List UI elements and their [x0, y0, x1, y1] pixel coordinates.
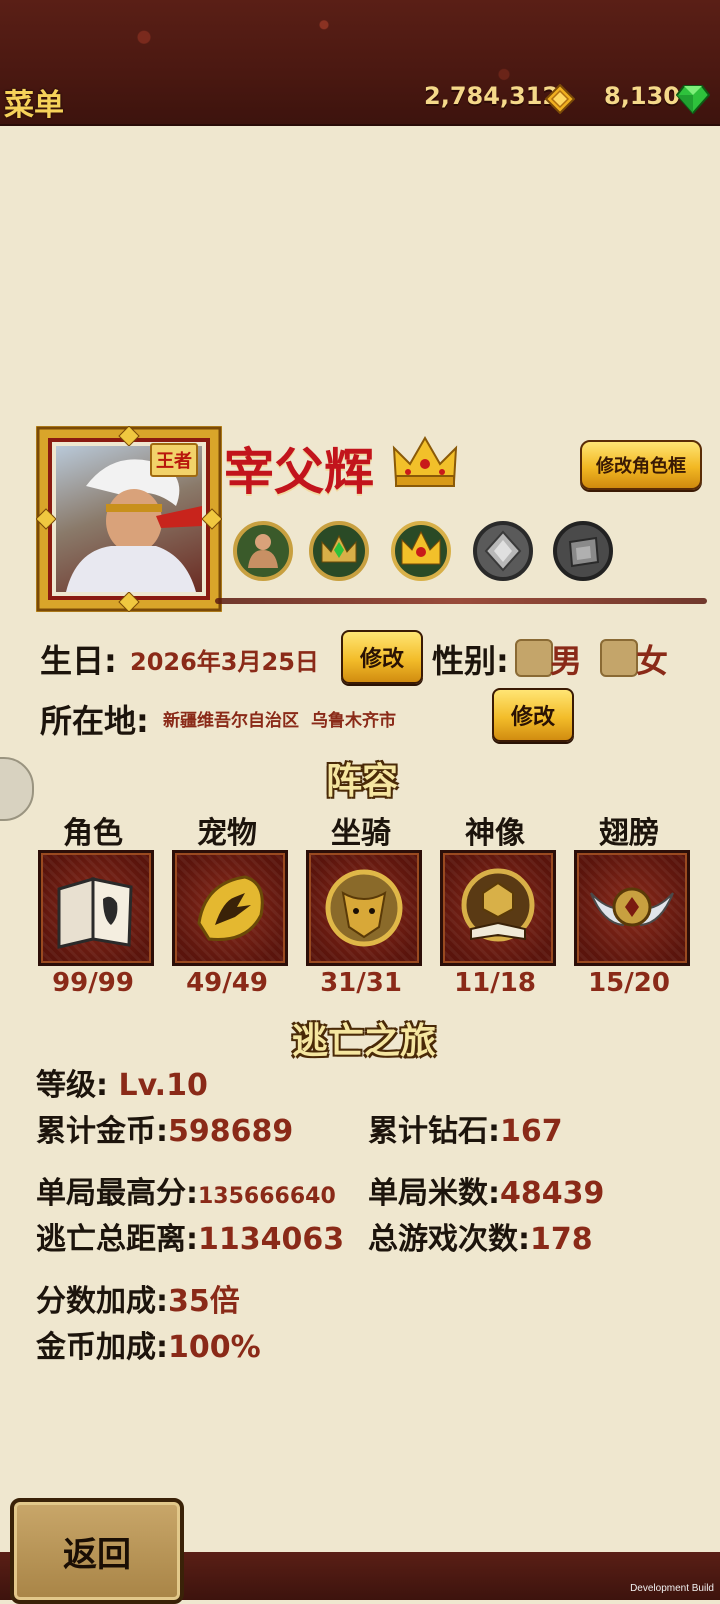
pawprint-icon	[197, 875, 264, 941]
edit-location-button[interactable]: 修改	[492, 688, 574, 742]
crown-icon	[392, 435, 458, 487]
total-gems-stat: 累计钻石:167	[368, 1114, 563, 1149]
side-drawer-tab[interactable]	[0, 757, 34, 821]
green-crown-medal-icon[interactable]	[306, 520, 372, 582]
best-meters-value: 48439	[500, 1176, 605, 1211]
wings-emblem-icon	[590, 887, 674, 927]
birthday-label: 生日:	[40, 642, 117, 680]
journey-title: 逃亡之旅	[292, 1021, 437, 1062]
stone-medal-icon[interactable]	[550, 520, 616, 582]
gold-coin-icon	[545, 84, 575, 114]
gender-male-checkbox[interactable]	[515, 639, 553, 677]
lineup-label: 角色	[63, 816, 123, 851]
coin-bonus-value: 100%	[168, 1330, 261, 1365]
menu-button[interactable]: 菜单	[4, 80, 64, 124]
book-icon	[57, 876, 133, 949]
lineup-count: 11/18	[454, 968, 536, 998]
lineup-wings-tile[interactable]	[574, 850, 690, 966]
lineup-label: 神像	[465, 816, 525, 851]
coin-bonus-stat: 金币加成:100%	[36, 1330, 261, 1365]
muscle-medal-icon[interactable]	[230, 520, 296, 582]
best-score-value: 135666640	[198, 1184, 336, 1209]
rank-badge: 王者	[150, 443, 198, 477]
total-distance-stat: 逃亡总距离:1134063	[36, 1222, 345, 1257]
total-games-value: 178	[530, 1222, 593, 1257]
edit-birthday-button[interactable]: 修改	[341, 630, 423, 684]
statue-emblem-icon	[461, 868, 535, 942]
lineup-mount-tile[interactable]	[306, 850, 422, 966]
gender-female-checkbox[interactable]	[600, 639, 638, 677]
gold-crown-medal-icon[interactable]	[388, 520, 454, 582]
lineup-statue-tile[interactable]	[440, 850, 556, 966]
location-region: 新疆维吾尔自治区	[163, 711, 299, 731]
bull-emblem-icon	[325, 869, 403, 947]
lineup-title: 阵容	[326, 761, 399, 802]
lineup-character-tile[interactable]	[38, 850, 154, 966]
location-label: 所在地:	[40, 702, 149, 740]
dev-build-label: Development Build	[630, 1583, 714, 1594]
gender-female-label: 女	[636, 642, 669, 680]
lineup-label: 宠物	[197, 816, 257, 851]
score-bonus-value: 35倍	[168, 1284, 240, 1319]
total-coins-stat: 累计金币:598689	[36, 1114, 294, 1149]
edit-frame-button[interactable]: 修改角色框	[580, 440, 702, 490]
green-gem-icon	[676, 85, 710, 114]
gender-male-label: 男	[550, 642, 583, 680]
top-bar: 菜单 2,784,312 8,130	[0, 0, 720, 126]
best-meters-stat: 单局米数:48439	[368, 1176, 605, 1211]
lineup-count: 49/49	[186, 968, 268, 998]
score-bonus-stat: 分数加成:35倍	[36, 1284, 240, 1319]
level-value: Lv.10	[118, 1068, 208, 1103]
best-score-stat: 单局最高分:135666640	[36, 1176, 336, 1211]
lineup-count: 31/31	[320, 968, 402, 998]
coins-count: 2,784,312	[424, 82, 560, 110]
lineup-label: 坐骑	[331, 816, 391, 851]
total-distance-value: 1134063	[198, 1222, 345, 1257]
back-button[interactable]: 返回	[10, 1498, 184, 1604]
gender-label: 性别:	[432, 642, 509, 680]
total-games-stat: 总游戏次数:178	[368, 1222, 593, 1257]
lineup-pet-tile[interactable]	[172, 850, 288, 966]
birthday-value: 2026年3月25日	[130, 648, 319, 676]
total-coins-value: 598689	[168, 1114, 294, 1149]
location-city: 乌鲁木齐市	[311, 711, 396, 731]
lineup-label: 翅膀	[599, 816, 659, 851]
lineup-count: 99/99	[52, 968, 134, 998]
player-name: 宰父辉	[224, 443, 374, 501]
silver-medal-icon[interactable]	[470, 520, 536, 582]
gems-count: 8,130	[604, 82, 680, 110]
profile-divider	[215, 598, 707, 604]
total-gems-value: 167	[500, 1114, 563, 1149]
level-stat: 等级: Lv.10	[36, 1068, 208, 1103]
lineup-count: 15/20	[588, 968, 670, 998]
